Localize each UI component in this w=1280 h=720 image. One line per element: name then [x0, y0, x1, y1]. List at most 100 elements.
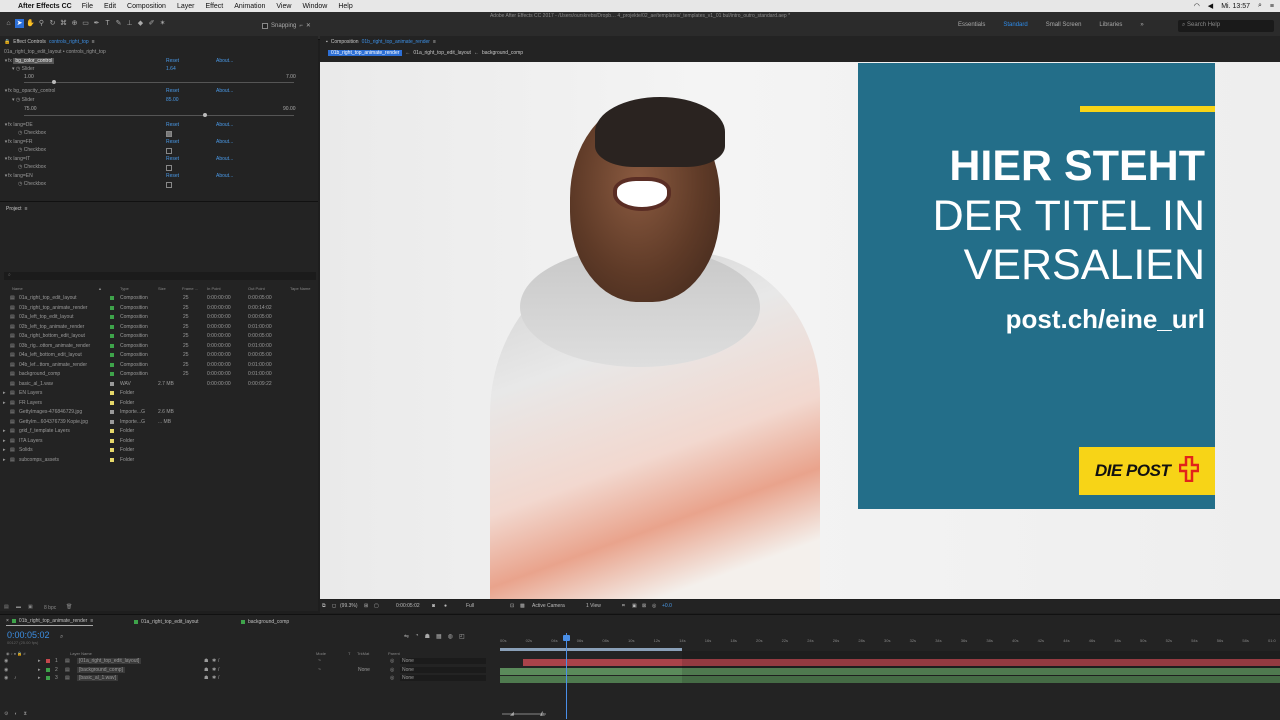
- menu-effect[interactable]: Effect: [205, 3, 223, 10]
- parent-dropdown[interactable]: None: [400, 658, 486, 664]
- menu-composition[interactable]: Composition: [127, 3, 166, 10]
- effect-lang[interactable]: ▾fx lang=FR: [4, 139, 33, 146]
- project-tab[interactable]: Project ≡: [6, 204, 27, 213]
- workspace-libraries[interactable]: Libraries: [1099, 22, 1122, 28]
- lang-checkbox[interactable]: [166, 131, 172, 137]
- menu-window[interactable]: Window: [302, 3, 327, 10]
- lang-checkbox[interactable]: [166, 182, 172, 188]
- timeline-tab[interactable]: 01a_right_top_edit_layout: [134, 617, 199, 626]
- pen-tool-icon[interactable]: ✒: [92, 19, 101, 28]
- label-color-swatch[interactable]: [110, 381, 114, 386]
- snap-options-icon[interactable]: ⌐: [299, 23, 303, 29]
- panel-menu-icon[interactable]: ≡: [25, 206, 28, 212]
- region-icon[interactable]: ▢: [374, 603, 379, 609]
- roto-brush-tool-icon[interactable]: ✐: [147, 19, 156, 28]
- label-color-swatch[interactable]: [110, 296, 114, 300]
- reset-button[interactable]: Reset: [166, 139, 179, 145]
- label-color-swatch[interactable]: [110, 372, 114, 376]
- label-color-swatch[interactable]: [110, 305, 114, 310]
- brush-tool-icon[interactable]: ✎: [114, 19, 123, 28]
- close-icon[interactable]: ×: [6, 618, 9, 624]
- new-folder-icon[interactable]: ▬: [16, 604, 21, 610]
- list-item[interactable]: ▸ ▤ ITA Layers Folder: [0, 437, 318, 446]
- list-item[interactable]: ▤ 02a_left_top_edit_layout Composition 2…: [0, 313, 318, 322]
- slider-value[interactable]: 85.00: [166, 97, 179, 103]
- zoom-out-icon[interactable]: ◢: [510, 711, 514, 717]
- clock[interactable]: Mi. 13:57: [1221, 3, 1250, 10]
- audio-icon[interactable]: ♪: [14, 675, 17, 681]
- slider-value[interactable]: 1.64: [166, 66, 176, 72]
- list-item[interactable]: ▤ background_comp Composition 25 0:00:00…: [0, 370, 318, 379]
- panel-menu-icon[interactable]: ≡: [433, 39, 436, 45]
- quality-switch-icon[interactable]: /: [218, 658, 219, 664]
- about-button[interactable]: About...: [216, 139, 233, 145]
- label-color-swatch[interactable]: [110, 343, 114, 348]
- pickwhip-icon[interactable]: ◎: [390, 667, 394, 673]
- effect-controls-tab[interactable]: 🔒 Effect Controls controls_right_top ≡: [4, 37, 95, 46]
- hand-tool-icon[interactable]: ✋: [26, 19, 35, 28]
- workspace-more-icon[interactable]: »: [1140, 22, 1143, 28]
- list-item[interactable]: ▸ ▤ subcomps_assets Folder: [0, 456, 318, 465]
- zoom-tool-icon[interactable]: ⚲: [37, 19, 46, 28]
- always-preview-icon[interactable]: ⧉: [322, 603, 326, 609]
- col-layer-name[interactable]: Layer Name: [70, 651, 92, 656]
- spotlight-icon[interactable]: ⌕: [1258, 2, 1262, 10]
- grid-icon[interactable]: ⊞: [364, 603, 368, 609]
- label-color-swatch[interactable]: [46, 676, 50, 680]
- camera-dropdown[interactable]: Active Camera: [532, 603, 565, 609]
- fx-icon[interactable]: fx: [8, 122, 12, 128]
- disclosure-triangle-icon[interactable]: ▸: [3, 428, 6, 434]
- snapping-checkbox[interactable]: [262, 22, 268, 29]
- pan-behind-tool-icon[interactable]: ⊕: [70, 19, 79, 28]
- list-item[interactable]: ▤ 04a_left_bottom_edit_layout Compositio…: [0, 351, 318, 360]
- about-button[interactable]: About...: [216, 88, 233, 94]
- shy-icon[interactable]: ☗: [425, 633, 430, 640]
- col-out[interactable]: Out Point: [248, 286, 265, 291]
- zoom-dropdown[interactable]: (99.3%): [340, 603, 358, 609]
- workspace-small-screen[interactable]: Small Screen: [1046, 22, 1082, 28]
- disclosure-triangle-icon[interactable]: ▸: [3, 438, 6, 444]
- collapse-switch-icon[interactable]: ✱: [212, 667, 216, 673]
- disclosure-triangle-icon[interactable]: ▸: [38, 667, 41, 673]
- label-color-swatch[interactable]: [110, 429, 114, 433]
- volume-icon[interactable]: ◀: [1208, 2, 1213, 10]
- col-t[interactable]: T: [348, 651, 350, 656]
- reset-button[interactable]: Reset: [166, 58, 179, 64]
- work-area-bar[interactable]: [500, 648, 682, 651]
- collapse-switch-icon[interactable]: ✱: [212, 675, 216, 681]
- col-frame[interactable]: Frame ...: [182, 286, 198, 291]
- layer-name[interactable]: [01a_right_top_edit_layout]: [77, 658, 142, 664]
- list-item[interactable]: ▸ ▤ EN Layers Folder: [0, 389, 318, 398]
- label-color-swatch[interactable]: [110, 438, 114, 443]
- list-item[interactable]: ▤ 04b_lef...ttom_animate_render Composit…: [0, 361, 318, 370]
- quality-switch-icon[interactable]: /: [218, 667, 219, 673]
- menu-help[interactable]: Help: [338, 3, 352, 10]
- selection-tool-icon[interactable]: ➤: [15, 19, 24, 28]
- wifi-icon[interactable]: ◠: [1194, 2, 1200, 10]
- toggle-modes-icon[interactable]: ◐: [14, 711, 17, 717]
- table-row[interactable]: ◉ ▸ 1 ▤ [01a_right_top_edit_layout] ☗ ✱ …: [0, 657, 496, 665]
- slider-track[interactable]: [24, 115, 294, 116]
- video-eye-icon[interactable]: ◉: [4, 675, 8, 681]
- workspace-standard[interactable]: Standard: [1003, 22, 1027, 28]
- reset-button[interactable]: Reset: [166, 88, 179, 94]
- sort-up-icon[interactable]: ▲: [98, 286, 102, 291]
- motion-blur-icon[interactable]: ◍: [448, 633, 453, 640]
- pickwhip-icon[interactable]: ◎: [390, 658, 394, 664]
- slider-handle[interactable]: [51, 80, 56, 84]
- label-color-swatch[interactable]: [110, 362, 114, 367]
- transparency-grid-icon[interactable]: ▩: [520, 603, 525, 609]
- label-color-swatch[interactable]: [110, 457, 114, 462]
- time-ruler[interactable]: 00s 02s 04s 06s 08s 10s 12s 14s 16s 18s 20s 22s 24s 2…: [500, 634, 1280, 648]
- list-item[interactable]: ▤ 02b_left_top_animate_render Compositio…: [0, 323, 318, 332]
- fx-icon[interactable]: fx: [8, 139, 12, 145]
- interpret-footage-icon[interactable]: ▤: [4, 604, 9, 610]
- lock-icon[interactable]: 🔒: [4, 39, 10, 45]
- label-color-swatch[interactable]: [110, 315, 114, 319]
- app-name-menu[interactable]: After Effects CC: [18, 3, 72, 10]
- label-color-swatch[interactable]: [46, 667, 50, 672]
- parent-dropdown[interactable]: None: [400, 666, 486, 673]
- rotate-tool-icon[interactable]: ↻: [48, 19, 57, 28]
- lang-checkbox[interactable]: [166, 165, 172, 171]
- roi-icon[interactable]: ⊡: [510, 603, 514, 609]
